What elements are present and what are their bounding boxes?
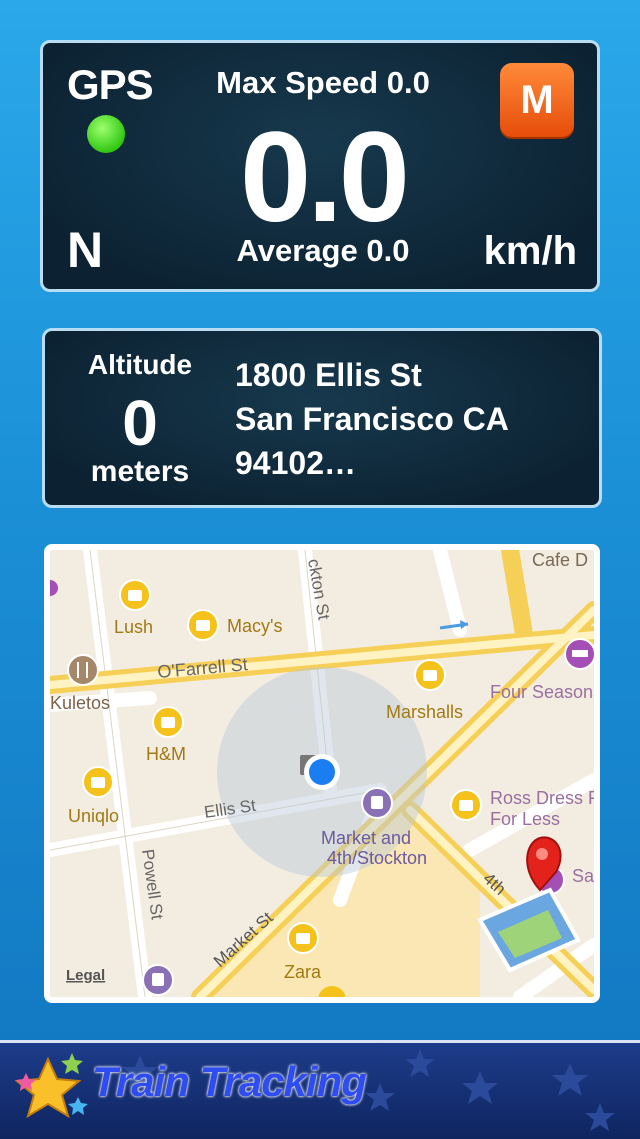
hotel-pin[interactable] bbox=[564, 638, 594, 670]
mode-button[interactable]: M bbox=[500, 63, 574, 137]
legal-link[interactable]: Legal bbox=[66, 967, 105, 984]
transit-label: Market and bbox=[321, 828, 411, 848]
compass-heading: N bbox=[67, 222, 104, 278]
shopping-pin[interactable] bbox=[450, 789, 482, 821]
poi-label[interactable]: Uniqlo bbox=[68, 806, 119, 826]
shopping-pin[interactable] bbox=[152, 706, 184, 738]
hotel-pin-partial bbox=[50, 580, 58, 596]
altitude-unit: meters bbox=[90, 455, 190, 488]
poi-label[interactable]: Lush bbox=[114, 617, 153, 637]
star-logo-icon bbox=[14, 1053, 88, 1119]
street-label: Powell St bbox=[138, 848, 167, 921]
shopping-pin[interactable] bbox=[187, 609, 219, 641]
map-view[interactable]: ckton St O'Farrell St Ellis St Powell St… bbox=[44, 544, 600, 1003]
address-line-2: San Francisco CA bbox=[235, 401, 509, 437]
poi-label[interactable]: Kuletos bbox=[50, 693, 110, 713]
app-title: Train Tracking bbox=[92, 1058, 367, 1105]
poi-label: For Less bbox=[490, 809, 560, 829]
poi-label[interactable]: Zara bbox=[284, 962, 322, 982]
transit-pin[interactable] bbox=[142, 964, 174, 996]
altitude-label: Altitude bbox=[87, 349, 193, 380]
altitude-value: 0 bbox=[122, 387, 158, 459]
address-line-3: 94102… bbox=[235, 445, 356, 481]
shopping-pin[interactable] bbox=[414, 659, 446, 691]
address-line-1: 1800 Ellis St bbox=[235, 357, 422, 393]
poi-label[interactable]: Marshalls bbox=[386, 702, 463, 722]
street-label: O'Farrell St bbox=[157, 654, 249, 682]
restaurant-pin[interactable] bbox=[67, 654, 99, 686]
altitude-panel: Altitude 0 meters 1800 Ellis St San Fran… bbox=[42, 328, 602, 508]
speed-panel: GPS Max Speed 0.0 0.0 Average 0.0 N km/h… bbox=[40, 40, 600, 292]
poi-label[interactable]: Ross Dress For Less bbox=[490, 788, 594, 808]
poi-label[interactable]: H&M bbox=[146, 744, 186, 764]
poi-label[interactable]: Macy's bbox=[227, 616, 282, 636]
shopping-pin[interactable] bbox=[287, 922, 319, 954]
poi-label[interactable]: Sa Ma bbox=[572, 866, 594, 886]
poi-label[interactable]: Four Seasons San Fran bbox=[490, 682, 594, 702]
poi-label[interactable]: Cafe D bbox=[532, 550, 588, 570]
shopping-pin[interactable] bbox=[119, 579, 151, 611]
transit-label: 4th/Stockton bbox=[327, 848, 427, 868]
transit-pin[interactable] bbox=[361, 787, 393, 819]
speed-unit[interactable]: km/h bbox=[484, 229, 577, 274]
shopping-pin[interactable] bbox=[82, 766, 114, 798]
